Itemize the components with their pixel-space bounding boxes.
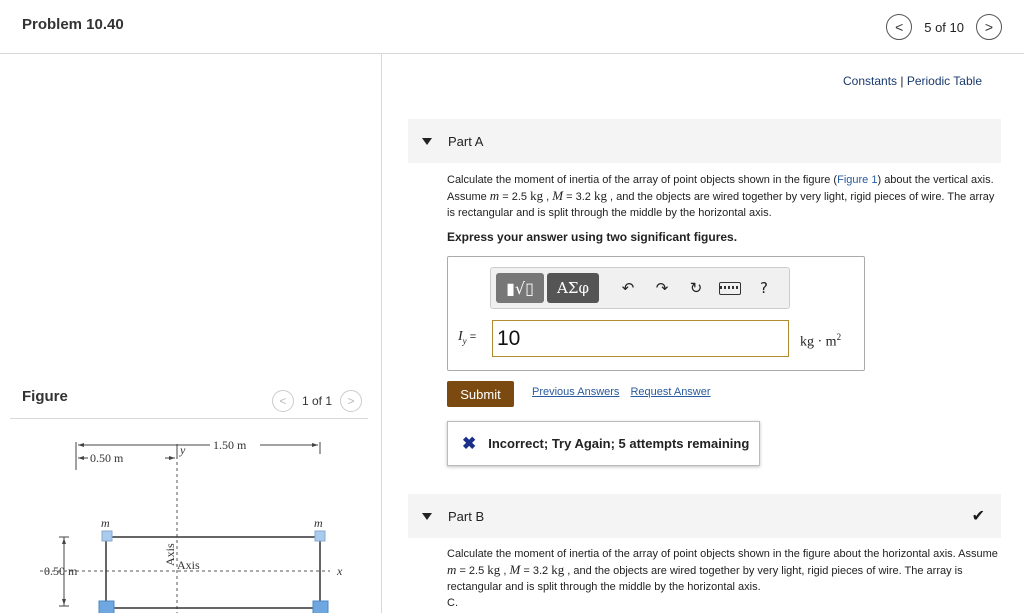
feedback-message: ✖ Incorrect; Try Again; 5 attempts remai… xyxy=(447,421,760,466)
axis-horizontal-label: Axis xyxy=(177,558,200,572)
reset-button[interactable]: ↻ xyxy=(679,273,713,303)
small-mass-top-right xyxy=(314,530,326,542)
chevron-right-icon: > xyxy=(347,394,355,408)
help-button[interactable]: ? xyxy=(747,273,781,303)
y-axis-label: y xyxy=(179,443,186,457)
mass-label-m-left: m xyxy=(101,516,110,530)
dim-top-wide: 1.50 m xyxy=(213,438,247,452)
request-answer-link[interactable]: Request Answer xyxy=(630,386,710,398)
dim-top-narrow: 0.50 m xyxy=(90,451,124,465)
constants-links: Constants | Periodic Table xyxy=(843,74,982,88)
figure-label: Figure xyxy=(22,388,68,405)
part-a-header[interactable]: Part A xyxy=(408,119,1001,163)
axis-vertical-label: Axis xyxy=(163,543,177,566)
problem-title: Problem 10.40 xyxy=(22,16,124,33)
next-figure-button[interactable]: > xyxy=(340,390,363,412)
big-mass-bottom-right xyxy=(312,600,329,613)
figure-divider xyxy=(10,418,368,419)
collapse-triangle-icon xyxy=(422,512,432,520)
dim-left: 0.50 m xyxy=(44,564,78,578)
links-separator: | xyxy=(897,74,907,88)
templates-button[interactable]: ▮√▯ xyxy=(496,273,544,303)
part-a-title: Part A xyxy=(448,133,484,149)
keyboard-icon xyxy=(719,281,741,295)
previous-answers-link[interactable]: Previous Answers xyxy=(532,386,619,398)
answer-links: Previous Answers Request Answer xyxy=(532,386,711,398)
incorrect-x-icon: ✖ xyxy=(462,433,477,453)
figure-link[interactable]: Figure 1 xyxy=(837,174,877,186)
next-problem-button[interactable]: > xyxy=(976,14,1002,40)
undo-button[interactable]: ↶ xyxy=(611,273,645,303)
undo-icon: ↶ xyxy=(621,279,635,297)
collapse-triangle-icon xyxy=(422,137,432,145)
figure-panel: Figure < 1 of 1 > 1.50 m 0.50 m y Axis A… xyxy=(0,54,382,613)
chevron-left-icon: < xyxy=(895,19,904,35)
part-a-question: Calculate the moment of inertia of the a… xyxy=(447,174,995,219)
question-panel: Constants | Periodic Table Part A Calcul… xyxy=(383,54,1024,613)
answer-unit: kg · m2 xyxy=(800,332,842,350)
submit-button[interactable]: Submit xyxy=(447,381,514,407)
mass-array-diagram: 1.50 m 0.50 m y Axis Axis x 0.50 m m m xyxy=(40,438,343,613)
redo-button[interactable]: ↷ xyxy=(645,273,679,303)
problem-pager: < 5 of 10 > xyxy=(886,14,1002,40)
answer-input[interactable]: 10 xyxy=(492,320,789,357)
constants-link[interactable]: Constants xyxy=(843,74,897,88)
big-mass-bottom-left xyxy=(98,600,115,613)
part-b-header[interactable]: Part B ✔ xyxy=(408,494,1001,538)
x-axis-label: x xyxy=(336,564,343,578)
mass-label-m-right: m xyxy=(314,516,323,530)
checkmark-icon: ✔ xyxy=(971,508,985,525)
problem-pager-text: 5 of 10 xyxy=(924,19,964,35)
prev-figure-button[interactable]: < xyxy=(272,390,294,412)
math-toolbar: ▮√▯ ΑΣφ ↶ ↷ ↻ ? xyxy=(490,267,790,309)
greek-symbols-button[interactable]: ΑΣφ xyxy=(547,273,599,303)
keyboard-button[interactable] xyxy=(713,273,747,303)
answer-variable-label: Iy = xyxy=(458,329,477,346)
part-b-question: Calculate the moment of inertia of the a… xyxy=(447,548,998,609)
chevron-right-icon: > xyxy=(984,19,994,35)
figure-pager: < 1 of 1 > xyxy=(272,390,363,412)
prev-problem-button[interactable]: < xyxy=(886,14,913,40)
express-instruction: Express your answer using two significan… xyxy=(447,230,738,244)
small-mass-top-left xyxy=(101,530,113,542)
chevron-left-icon: < xyxy=(279,394,287,408)
feedback-text: Incorrect; Try Again; 5 attempts remaini… xyxy=(488,436,750,451)
figure-pager-text: 1 of 1 xyxy=(302,394,333,408)
periodic-table-link[interactable]: Periodic Table xyxy=(907,74,982,88)
answer-box: ▮√▯ ΑΣφ ↶ ↷ ↻ ? Iy = 10 kg · m2 xyxy=(447,256,865,371)
header-bar: Problem 10.40 < 5 of 10 > xyxy=(0,0,1024,54)
redo-icon: ↷ xyxy=(655,279,669,297)
help-icon: ? xyxy=(760,279,768,297)
part-b-title: Part B xyxy=(448,508,485,524)
reset-icon: ↻ xyxy=(689,279,703,297)
